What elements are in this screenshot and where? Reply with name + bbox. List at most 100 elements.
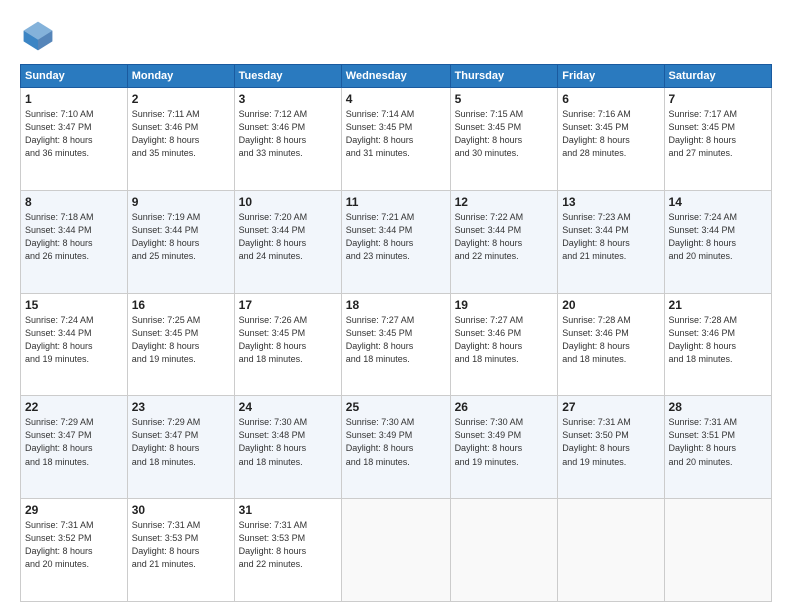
day-number: 7 (669, 92, 767, 106)
day-number: 21 (669, 298, 767, 312)
calendar-cell: 16 Sunrise: 7:25 AM Sunset: 3:45 PM Dayli… (127, 293, 234, 396)
day-number: 19 (455, 298, 554, 312)
day-number: 4 (346, 92, 446, 106)
day-number: 17 (239, 298, 337, 312)
day-number: 13 (562, 195, 659, 209)
day-detail: Sunrise: 7:28 AM Sunset: 3:46 PM Dayligh… (669, 314, 767, 366)
day-number: 25 (346, 400, 446, 414)
calendar-cell: 26 Sunrise: 7:30 AM Sunset: 3:49 PM Dayli… (450, 396, 558, 499)
calendar-cell: 15 Sunrise: 7:24 AM Sunset: 3:44 PM Dayli… (21, 293, 128, 396)
day-number: 10 (239, 195, 337, 209)
calendar-cell: 12 Sunrise: 7:22 AM Sunset: 3:44 PM Dayli… (450, 190, 558, 293)
calendar-cell: 8Sunrise: 7:18 AM Sunset: 3:44 PM Daylig… (21, 190, 128, 293)
calendar-cell: 4Sunrise: 7:14 AM Sunset: 3:45 PM Daylig… (341, 88, 450, 191)
calendar-cell: 27 Sunrise: 7:31 AM Sunset: 3:50 PM Dayli… (558, 396, 664, 499)
day-number: 27 (562, 400, 659, 414)
weekday-header-friday: Friday (558, 65, 664, 88)
day-number: 24 (239, 400, 337, 414)
day-detail: Sunrise: 7:26 AM Sunset: 3:45 PM Dayligh… (239, 314, 337, 366)
calendar-cell: 3 Sunrise: 7:12 AM Sunset: 3:46 PM Daylig… (234, 88, 341, 191)
calendar-cell: 2 Sunrise: 7:11 AM Sunset: 3:46 PM Daylig… (127, 88, 234, 191)
calendar-cell: 11Sunrise: 7:21 AM Sunset: 3:44 PM Dayli… (341, 190, 450, 293)
calendar-week-4: 22 Sunrise: 7:29 AM Sunset: 3:47 PM Dayli… (21, 396, 772, 499)
logo (20, 18, 62, 54)
day-detail: Sunrise: 7:11 AM Sunset: 3:46 PM Dayligh… (132, 108, 230, 160)
calendar-cell: 31 Sunrise: 7:31 AM Sunset: 3:53 PM Dayli… (234, 499, 341, 602)
weekday-header-sunday: Sunday (21, 65, 128, 88)
weekday-header-thursday: Thursday (450, 65, 558, 88)
day-detail: Sunrise: 7:15 AM Sunset: 3:45 PM Dayligh… (455, 108, 554, 160)
day-number: 1 (25, 92, 123, 106)
day-detail: Sunrise: 7:29 AM Sunset: 3:47 PM Dayligh… (132, 416, 230, 468)
day-number: 3 (239, 92, 337, 106)
calendar-cell: 17 Sunrise: 7:26 AM Sunset: 3:45 PM Dayli… (234, 293, 341, 396)
weekday-header-tuesday: Tuesday (234, 65, 341, 88)
day-number: 23 (132, 400, 230, 414)
calendar-cell: 6 Sunrise: 7:16 AM Sunset: 3:45 PM Daylig… (558, 88, 664, 191)
calendar-table: SundayMondayTuesdayWednesdayThursdayFrid… (20, 64, 772, 602)
day-number: 6 (562, 92, 659, 106)
calendar-cell: 30Sunrise: 7:31 AM Sunset: 3:53 PM Dayli… (127, 499, 234, 602)
day-detail: Sunrise: 7:31 AM Sunset: 3:51 PM Dayligh… (669, 416, 767, 468)
day-detail: Sunrise: 7:16 AM Sunset: 3:45 PM Dayligh… (562, 108, 659, 160)
day-detail: Sunrise: 7:12 AM Sunset: 3:46 PM Dayligh… (239, 108, 337, 160)
day-number: 29 (25, 503, 123, 517)
day-detail: Sunrise: 7:31 AM Sunset: 3:53 PM Dayligh… (239, 519, 337, 571)
calendar-week-5: 29Sunrise: 7:31 AM Sunset: 3:52 PM Dayli… (21, 499, 772, 602)
day-detail: Sunrise: 7:19 AM Sunset: 3:44 PM Dayligh… (132, 211, 230, 263)
calendar-cell (558, 499, 664, 602)
day-detail: Sunrise: 7:28 AM Sunset: 3:46 PM Dayligh… (562, 314, 659, 366)
day-number: 31 (239, 503, 337, 517)
calendar-cell: 1 Sunrise: 7:10 AM Sunset: 3:47 PM Daylig… (21, 88, 128, 191)
day-detail: Sunrise: 7:24 AM Sunset: 3:44 PM Dayligh… (25, 314, 123, 366)
calendar-week-2: 8Sunrise: 7:18 AM Sunset: 3:44 PM Daylig… (21, 190, 772, 293)
logo-icon (20, 18, 56, 54)
weekday-header-monday: Monday (127, 65, 234, 88)
day-detail: Sunrise: 7:24 AM Sunset: 3:44 PM Dayligh… (669, 211, 767, 263)
calendar-week-3: 15 Sunrise: 7:24 AM Sunset: 3:44 PM Dayli… (21, 293, 772, 396)
calendar-cell: 21 Sunrise: 7:28 AM Sunset: 3:46 PM Dayli… (664, 293, 771, 396)
day-detail: Sunrise: 7:30 AM Sunset: 3:48 PM Dayligh… (239, 416, 337, 468)
day-number: 22 (25, 400, 123, 414)
calendar-cell: 23 Sunrise: 7:29 AM Sunset: 3:47 PM Dayli… (127, 396, 234, 499)
calendar-cell: 7Sunrise: 7:17 AM Sunset: 3:45 PM Daylig… (664, 88, 771, 191)
day-number: 15 (25, 298, 123, 312)
calendar-cell: 13Sunrise: 7:23 AM Sunset: 3:44 PM Dayli… (558, 190, 664, 293)
day-detail: Sunrise: 7:30 AM Sunset: 3:49 PM Dayligh… (455, 416, 554, 468)
day-detail: Sunrise: 7:27 AM Sunset: 3:46 PM Dayligh… (455, 314, 554, 366)
day-number: 18 (346, 298, 446, 312)
calendar-cell: 9 Sunrise: 7:19 AM Sunset: 3:44 PM Daylig… (127, 190, 234, 293)
day-number: 9 (132, 195, 230, 209)
day-number: 28 (669, 400, 767, 414)
day-number: 5 (455, 92, 554, 106)
day-number: 26 (455, 400, 554, 414)
calendar-cell: 20Sunrise: 7:28 AM Sunset: 3:46 PM Dayli… (558, 293, 664, 396)
calendar-cell: 5 Sunrise: 7:15 AM Sunset: 3:45 PM Daylig… (450, 88, 558, 191)
calendar-cell: 18 Sunrise: 7:27 AM Sunset: 3:45 PM Dayli… (341, 293, 450, 396)
day-detail: Sunrise: 7:31 AM Sunset: 3:53 PM Dayligh… (132, 519, 230, 571)
calendar-cell: 22 Sunrise: 7:29 AM Sunset: 3:47 PM Dayli… (21, 396, 128, 499)
calendar-cell: 24 Sunrise: 7:30 AM Sunset: 3:48 PM Dayli… (234, 396, 341, 499)
header (20, 18, 772, 54)
calendar-cell (664, 499, 771, 602)
weekday-header-row: SundayMondayTuesdayWednesdayThursdayFrid… (21, 65, 772, 88)
day-detail: Sunrise: 7:25 AM Sunset: 3:45 PM Dayligh… (132, 314, 230, 366)
weekday-header-saturday: Saturday (664, 65, 771, 88)
day-number: 12 (455, 195, 554, 209)
day-detail: Sunrise: 7:22 AM Sunset: 3:44 PM Dayligh… (455, 211, 554, 263)
calendar-cell (450, 499, 558, 602)
calendar-cell: 14 Sunrise: 7:24 AM Sunset: 3:44 PM Dayli… (664, 190, 771, 293)
day-detail: Sunrise: 7:27 AM Sunset: 3:45 PM Dayligh… (346, 314, 446, 366)
day-detail: Sunrise: 7:10 AM Sunset: 3:47 PM Dayligh… (25, 108, 123, 160)
day-detail: Sunrise: 7:30 AM Sunset: 3:49 PM Dayligh… (346, 416, 446, 468)
day-detail: Sunrise: 7:31 AM Sunset: 3:50 PM Dayligh… (562, 416, 659, 468)
day-number: 2 (132, 92, 230, 106)
day-detail: Sunrise: 7:29 AM Sunset: 3:47 PM Dayligh… (25, 416, 123, 468)
day-number: 16 (132, 298, 230, 312)
calendar-cell: 28 Sunrise: 7:31 AM Sunset: 3:51 PM Dayli… (664, 396, 771, 499)
calendar-cell: 25 Sunrise: 7:30 AM Sunset: 3:49 PM Dayli… (341, 396, 450, 499)
weekday-header-wednesday: Wednesday (341, 65, 450, 88)
day-detail: Sunrise: 7:21 AM Sunset: 3:44 PM Dayligh… (346, 211, 446, 263)
day-detail: Sunrise: 7:20 AM Sunset: 3:44 PM Dayligh… (239, 211, 337, 263)
day-number: 14 (669, 195, 767, 209)
